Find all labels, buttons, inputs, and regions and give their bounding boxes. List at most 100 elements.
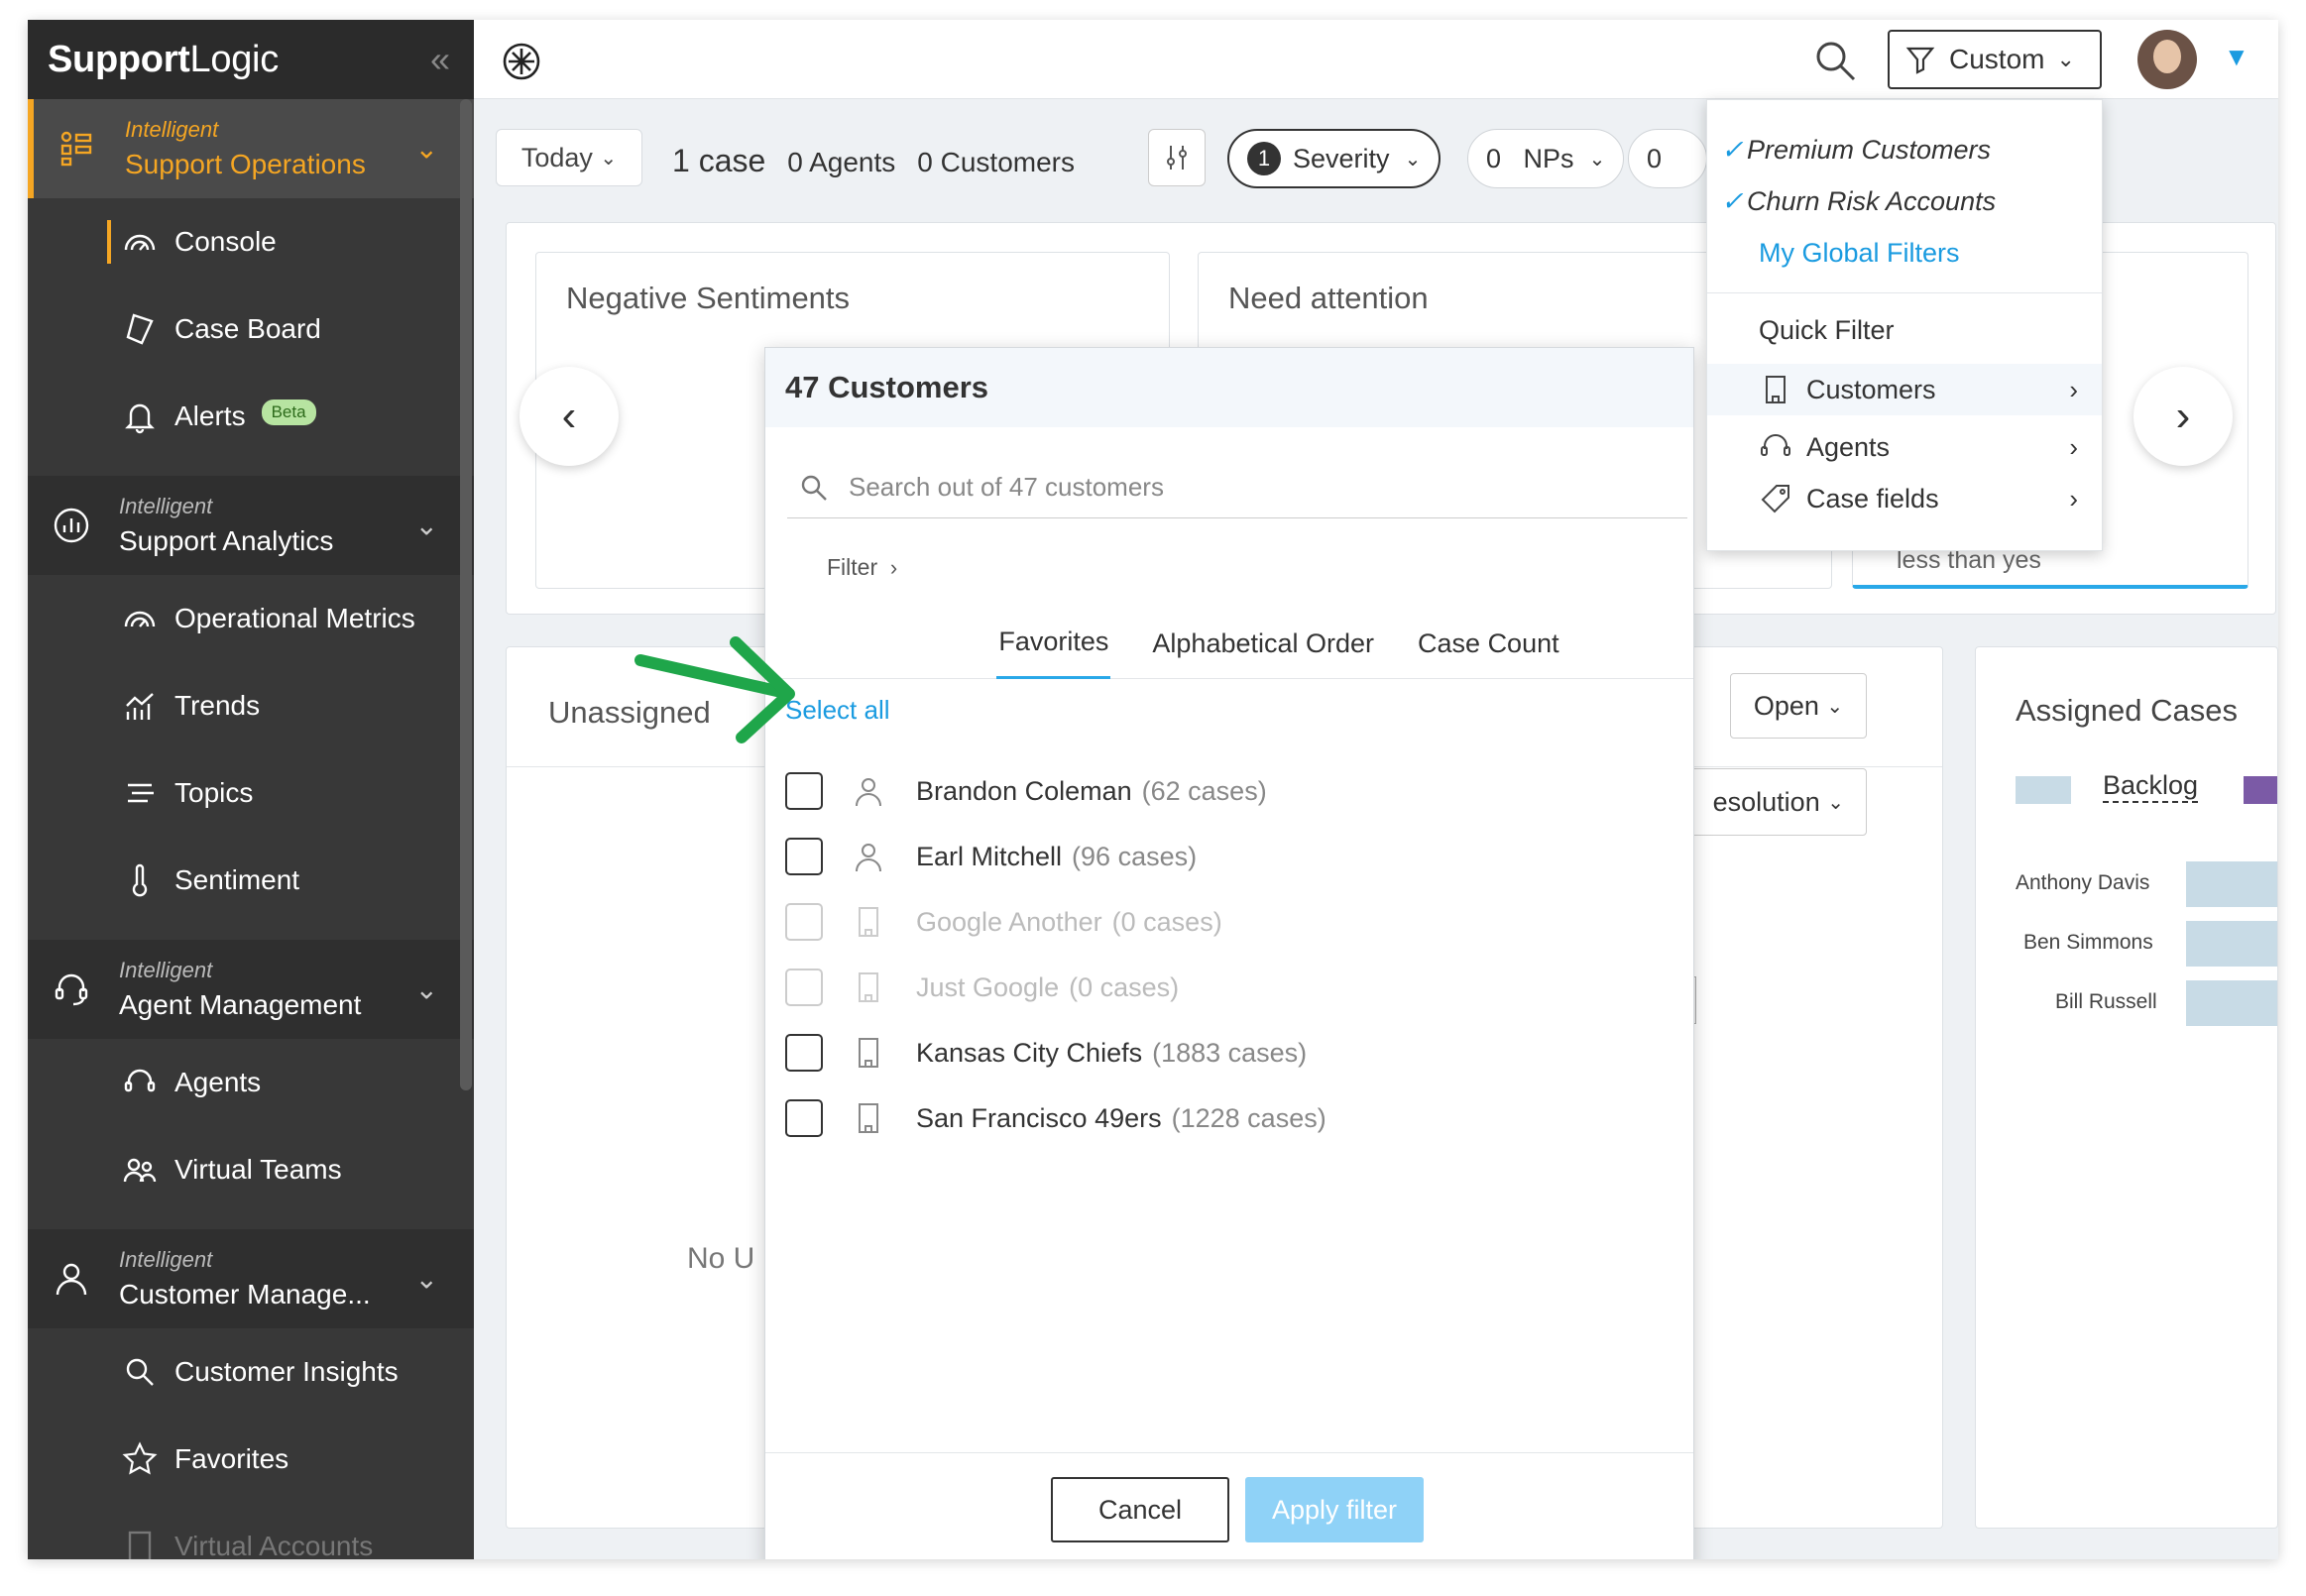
filter-link[interactable]: Filter › [827,554,897,581]
analytics-icon [46,500,97,551]
chevron-down-icon[interactable]: ⌄ [415,510,438,542]
sort-tabs: Favorites Alphabetical Order Case Count [765,608,1693,679]
sidebar-item-agents[interactable]: Agents [28,1039,474,1126]
cancel-button[interactable]: Cancel [1051,1477,1229,1542]
severity-filter-pill[interactable]: 1 Severity ⌄ [1227,129,1441,188]
tab-case-count[interactable]: Case Count [1416,608,1561,679]
customer-row[interactable]: Earl Mitchell (96 cases) [785,824,1658,889]
tab-alphabetical-order[interactable]: Alphabetical Order [1150,608,1376,679]
person-icon [856,844,881,872]
building-icon [119,1526,161,1559]
sidebar-item-favorites[interactable]: Favorites [28,1416,474,1503]
building-icon [859,972,878,1002]
trends-icon [119,685,161,727]
apply-filter-button[interactable]: Apply filter [1245,1477,1424,1542]
backlog-legend-label[interactable]: Backlog [2103,770,2199,803]
sidebar-item-trends[interactable]: Trends [28,662,474,749]
menu-item-churn-risk-accounts[interactable]: ✓ Churn Risk Accounts [1707,175,2102,227]
carousel-next-button[interactable]: › [2133,367,2233,466]
sidebar-item-customer-insights[interactable]: Customer Insights [28,1328,474,1416]
sidebar-item-operational-metrics[interactable]: Operational Metrics [28,575,474,662]
bell-icon [119,396,161,437]
app-logo-icon[interactable] [502,42,541,81]
gauge-icon [119,598,161,639]
sort-dropdown[interactable]: esolution ⌄ [1676,768,1867,836]
sidebar-section-support-operations[interactable]: Intelligent Support Operations ⌄ [28,99,474,198]
chevron-down-icon: ⌄ [2056,47,2075,71]
user-avatar[interactable] [2137,30,2197,89]
sidebar-item-sentiment[interactable]: Sentiment [28,837,474,924]
search-icon[interactable] [1812,38,1858,83]
caret-down-icon[interactable]: ▼ [2224,42,2249,72]
menu-item-case-fields[interactable]: Case fields › [1707,473,2102,524]
legend-swatch-purple [2244,776,2277,804]
customer-row[interactable]: San Francisco 49ers (1228 cases) [785,1085,1658,1151]
nps-filter-pill[interactable]: 0 NPs ⌄ [1467,129,1625,188]
sidebar-item-virtual-accounts[interactable]: Virtual Accounts [28,1503,474,1559]
sidebar-section-agent-management[interactable]: Intelligent Agent Management ⌄ [28,940,474,1039]
carousel-prev-button[interactable]: ‹ [519,367,619,466]
person-icon [856,778,881,807]
customer-checkbox[interactable] [785,1034,823,1072]
bar-ben [2186,921,2277,967]
bar-bill [2186,980,2277,1026]
tab-favorites[interactable]: Favorites [996,608,1111,679]
customer-checkbox[interactable] [785,838,823,875]
top-bar: Custom ⌄ ▼ [474,20,2278,99]
menu-item-customers[interactable]: Customers › [1707,364,2102,415]
building-icon [1766,376,1786,403]
menu-item-my-global-filters[interactable]: My Global Filters [1707,227,2102,279]
building-icon [859,907,878,937]
customer-checkbox[interactable] [785,969,823,1006]
headset-icon [46,964,97,1015]
customer-checkbox[interactable] [785,1099,823,1137]
search-icon [801,475,827,501]
menu-item-agents[interactable]: Agents › [1707,421,2102,473]
sidebar-scrollbar[interactable] [460,99,472,1090]
chevron-down-icon[interactable]: ⌄ [415,973,438,1006]
chevron-down-icon[interactable]: ⌄ [415,133,438,166]
beta-badge: Beta [261,399,316,425]
extra-filter-pill[interactable]: 0 [1628,129,1707,188]
person-icon [46,1253,97,1305]
customer-filter-dialog: 47 Customers Search out of 47 customers … [764,347,1694,1559]
sidebar-item-virtual-teams[interactable]: Virtual Teams [28,1126,474,1213]
star-icon [119,1438,161,1480]
menu-divider [1707,292,2102,293]
chevron-right-icon: › [2069,483,2078,513]
sidebar-section-customer-management[interactable]: Intelligent Customer Manage... ⌄ [28,1229,474,1328]
brand-logo[interactable]: SupportLogic [48,39,279,81]
customer-row[interactable]: Just Google (0 cases) [785,955,1658,1020]
sidebar-item-alerts[interactable]: Alerts Beta [28,373,474,460]
customer-checkbox[interactable] [785,903,823,941]
operations-icon [52,123,103,174]
customer-row[interactable]: Google Another (0 cases) [785,889,1658,955]
search-icon [119,1351,161,1393]
date-range-dropdown[interactable]: Today ⌄ [496,129,642,186]
menu-heading-quick-filter: Quick Filter [1759,314,1895,345]
sidebar-item-case-board[interactable]: Case Board [28,285,474,373]
check-icon: ✓ [1721,185,1744,216]
collapse-sidebar-icon[interactable]: « [430,39,450,80]
filter-settings-icon[interactable] [1148,129,1206,186]
customer-row[interactable]: Brandon Coleman (62 cases) [785,758,1658,824]
menu-item-premium-customers[interactable]: ✓ Premium Customers [1707,124,2102,175]
sidebar-item-topics[interactable]: Topics [28,749,474,837]
sidebar-item-console[interactable]: Console [28,198,474,285]
sidebar-section-support-analytics[interactable]: Intelligent Support Analytics ⌄ [28,476,474,575]
status-dropdown[interactable]: Open ⌄ [1730,673,1867,739]
customer-checkbox[interactable] [785,772,823,810]
tag-icon [1761,485,1789,513]
case-summary: 1 case 0 Agents 0 Customers [672,143,1075,178]
chevron-down-icon[interactable]: ⌄ [415,1263,438,1296]
thermometer-icon [119,859,161,901]
custom-filter-button[interactable]: Custom ⌄ [1888,30,2102,89]
dialog-title: 47 Customers [765,348,1693,427]
customer-row[interactable]: Kansas City Chiefs (1883 cases) [785,1020,1658,1085]
customer-search-input[interactable]: Search out of 47 customers [787,457,1687,518]
sidebar: SupportLogic « Intelligent Support Operat… [28,20,474,1559]
chevron-right-icon: › [2069,374,2078,404]
teams-icon [119,1149,161,1191]
building-icon [859,1103,878,1133]
app-window: SupportLogic « Intelligent Support Operat… [28,20,2278,1559]
